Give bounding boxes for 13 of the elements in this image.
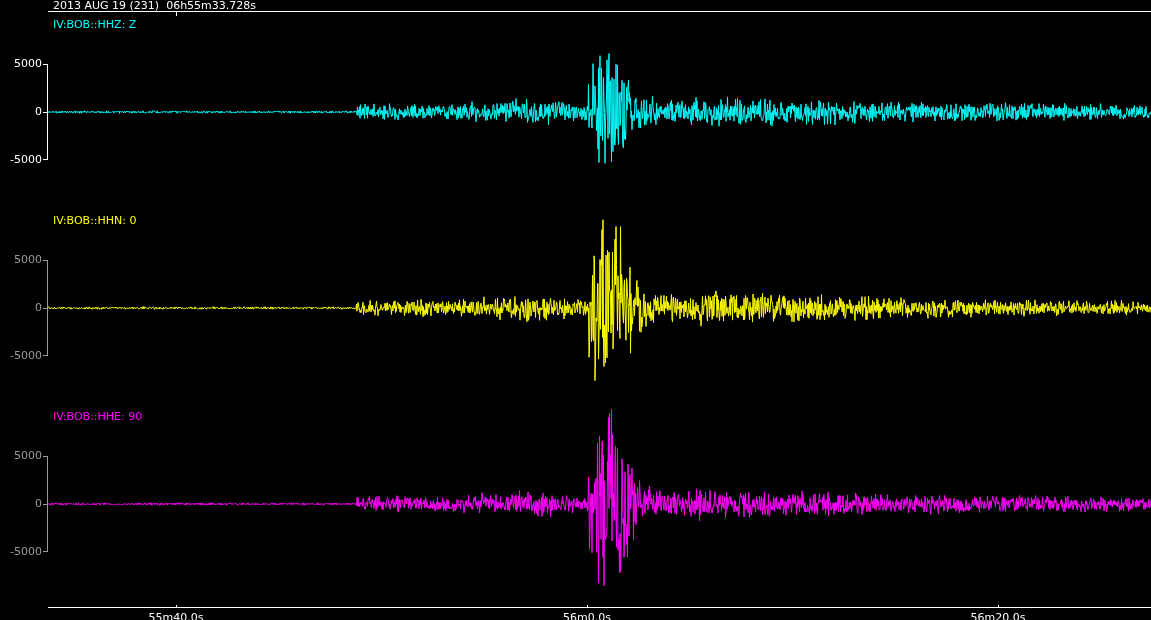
amplitude-tick-label: 5000 xyxy=(14,254,42,266)
record-time: 2013 AUG 19 (231) 06h55m33.728s xyxy=(53,0,257,11)
amplitude-tick-label: -5000 xyxy=(10,154,42,166)
amplitude-tick-label: -5000 xyxy=(10,350,42,362)
amplitude-tick-label: 0 xyxy=(35,302,42,314)
amplitude-tick-label: 5000 xyxy=(14,58,42,70)
amplitude-tick-label: 0 xyxy=(35,498,42,510)
channel-label: IV:BOB::HHN: 0 xyxy=(53,214,137,228)
channel-label: IV:BOB::HHZ: Z xyxy=(53,18,137,32)
amplitude-tick-label: 0 xyxy=(35,106,42,118)
amplitude-tick-label: -5000 xyxy=(10,546,42,558)
channel-label: IV:BOB::HHE: 90 xyxy=(53,410,143,424)
amplitude-tick-label: 5000 xyxy=(14,450,42,462)
